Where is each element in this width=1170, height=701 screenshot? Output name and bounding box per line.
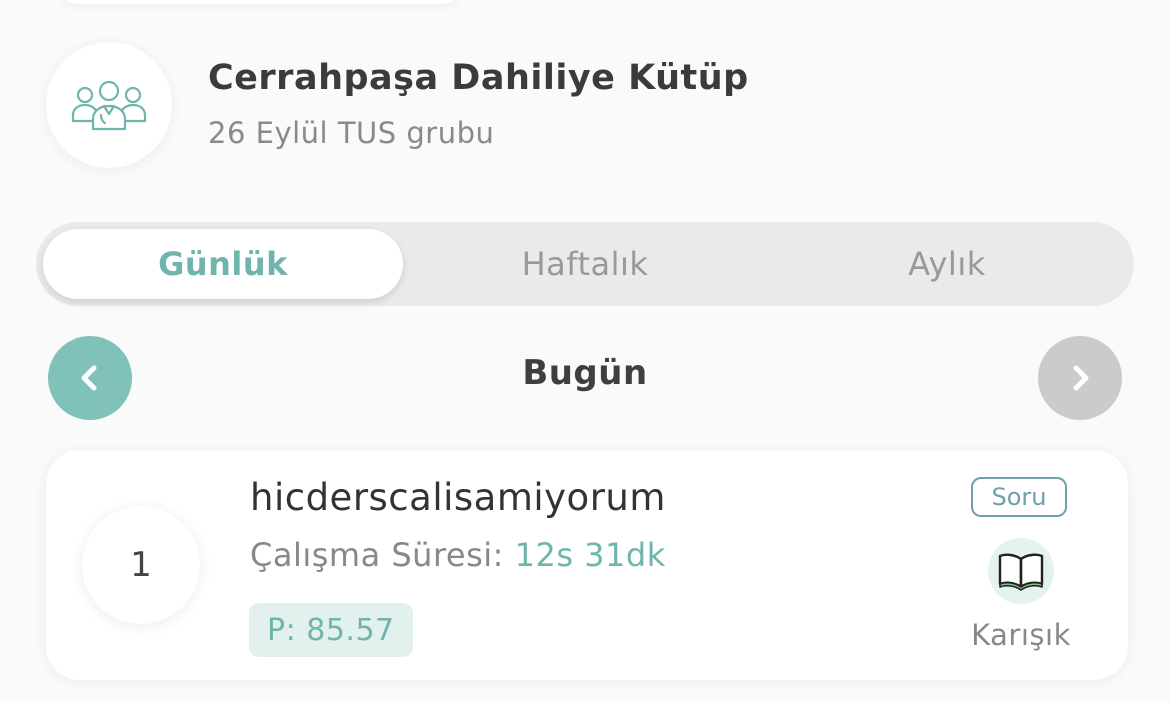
period-segmented-control: Günlük Haftalık Aylık: [36, 222, 1134, 306]
tab-daily-label: Günlük: [158, 245, 288, 283]
group-subtitle: 26 Eylül TUS grubu: [208, 116, 495, 150]
period-label: Bugün: [522, 353, 648, 393]
tab-weekly[interactable]: Haftalık: [405, 229, 765, 299]
study-time-label: Çalışma Süresi:: [250, 536, 504, 574]
study-time: Çalışma Süresi: 12s 31dk: [250, 536, 666, 574]
next-day-button[interactable]: [1038, 336, 1122, 420]
rank-number: 1: [82, 506, 200, 624]
group-header: Cerrahpaşa Dahiliye Kütüp 26 Eylül TUS g…: [46, 42, 946, 168]
tab-monthly[interactable]: Aylık: [767, 229, 1127, 299]
group-people-icon: [71, 80, 147, 131]
tab-monthly-label: Aylık: [908, 245, 986, 283]
chevron-right-icon: [1073, 365, 1089, 391]
group-title: Cerrahpaşa Dahiliye Kütüp: [208, 58, 749, 98]
study-time-value: 12s 31dk: [514, 536, 666, 574]
study-type-tag: Soru: [971, 477, 1067, 517]
open-book-icon: [988, 538, 1054, 604]
username: hicderscalisamiyorum: [250, 476, 666, 519]
group-avatar: [46, 42, 172, 168]
previous-card-edge: [60, 0, 460, 4]
category-label: Karışık: [971, 618, 1071, 652]
tab-daily[interactable]: Günlük: [43, 229, 403, 299]
tab-weekly-label: Haftalık: [521, 245, 649, 283]
leaderboard-row[interactable]: 1 hicderscalisamiyorum Çalışma Süresi: 1…: [46, 450, 1128, 680]
points-badge: P: 85.57: [249, 603, 413, 657]
